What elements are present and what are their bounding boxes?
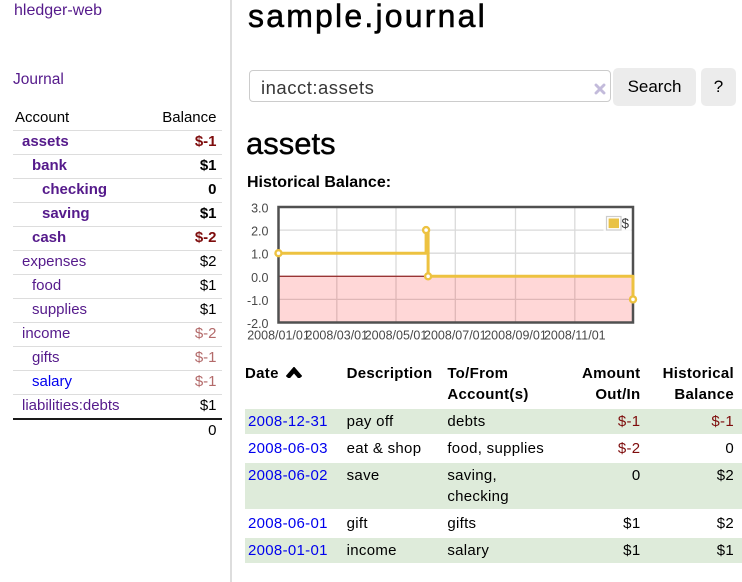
svg-text:2008/07/01: 2008/07/01 bbox=[424, 329, 487, 343]
svg-text:2.0: 2.0 bbox=[251, 225, 268, 239]
svg-text:$: $ bbox=[622, 216, 630, 231]
svg-text:2008/09/01: 2008/09/01 bbox=[484, 329, 547, 343]
svg-text:2008/03/01: 2008/03/01 bbox=[306, 329, 369, 343]
svg-text:3.0: 3.0 bbox=[251, 202, 268, 216]
svg-text:-1.0: -1.0 bbox=[247, 294, 269, 308]
svg-text:2008/05/01: 2008/05/01 bbox=[365, 329, 428, 343]
svg-text:2008/01/01: 2008/01/01 bbox=[247, 329, 310, 343]
svg-text:0.0: 0.0 bbox=[251, 271, 268, 285]
svg-text:2008/11/01: 2008/11/01 bbox=[544, 329, 606, 343]
svg-text:1.0: 1.0 bbox=[251, 248, 268, 262]
